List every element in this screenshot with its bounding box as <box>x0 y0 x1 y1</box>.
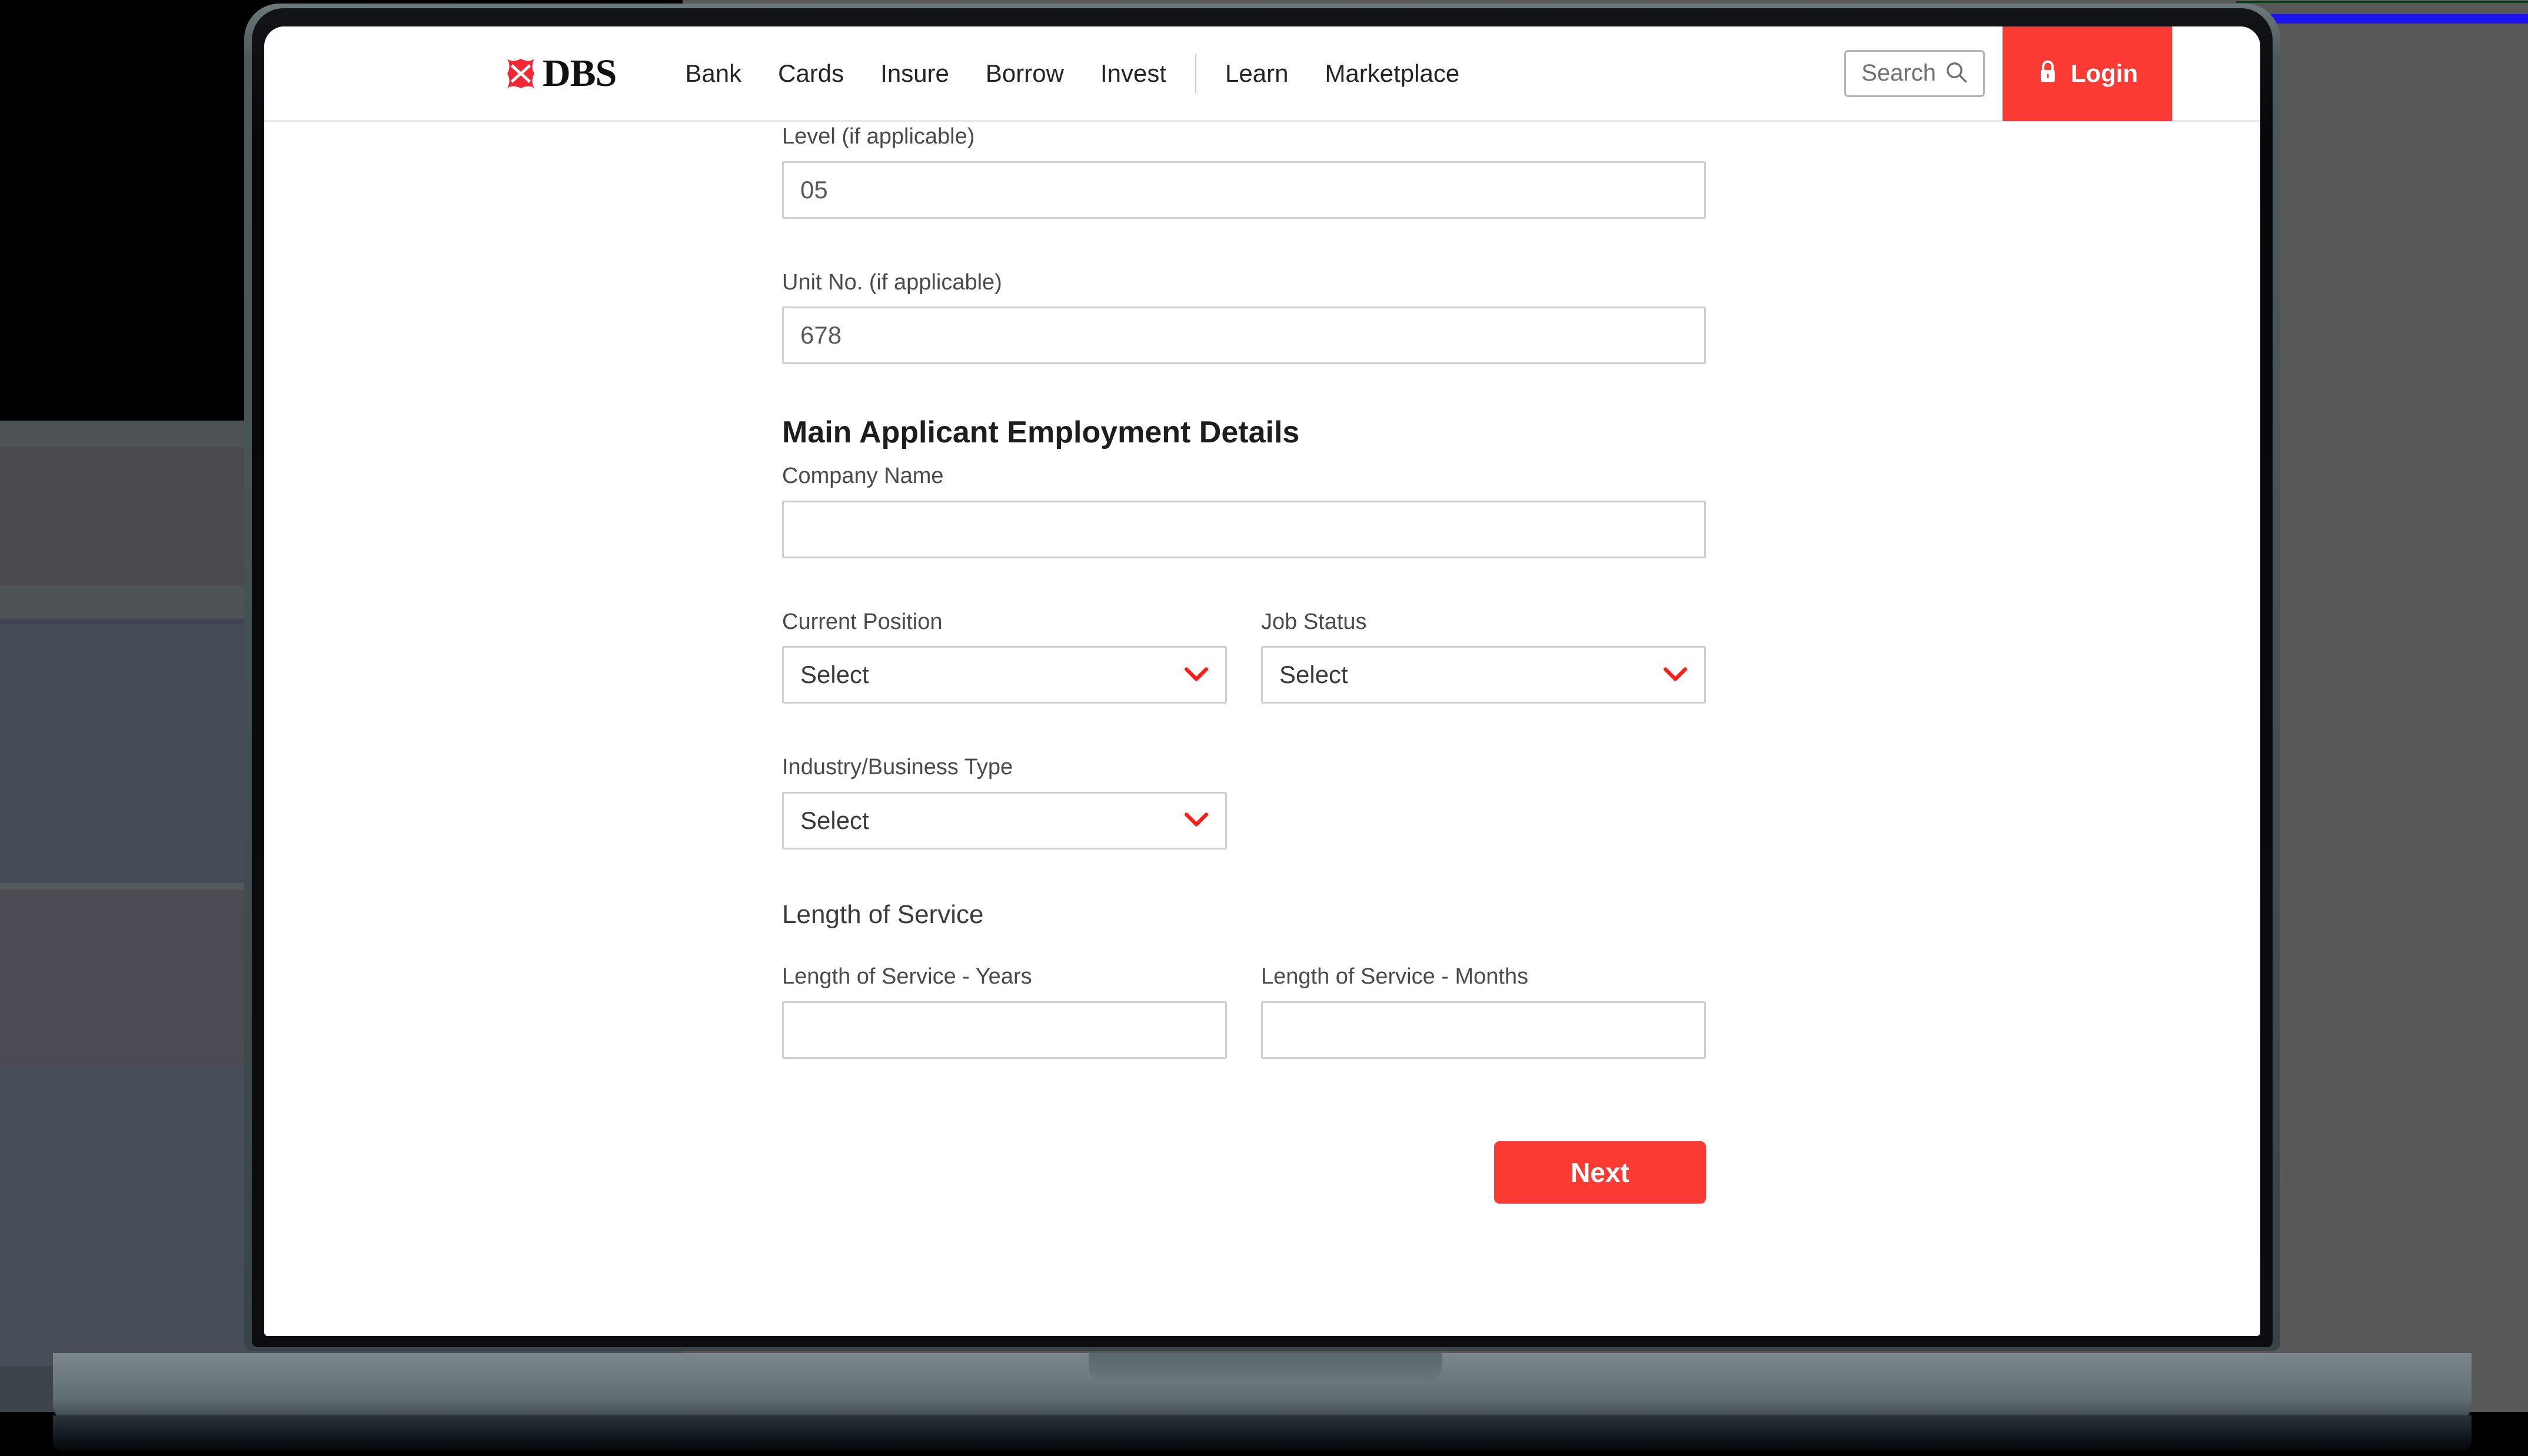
length-of-service-heading: Length of Service <box>782 900 2260 929</box>
chevron-down-icon <box>1183 810 1210 831</box>
field-industry: Industry/Business Type Select <box>782 754 2260 849</box>
nav-item-borrow[interactable]: Borrow <box>967 59 1082 88</box>
chevron-down-icon <box>1183 665 1210 685</box>
site-header: DBS Bank Cards Insure Borrow Invest Lear… <box>264 26 2260 122</box>
level-input[interactable]: 05 <box>782 161 1706 219</box>
field-current-position: Current Position Select <box>782 609 1227 704</box>
length-of-service-row: Length of Service - Years Length of Serv… <box>782 964 2260 1059</box>
length-months-input[interactable] <box>1261 1001 1706 1059</box>
job-status-select[interactable]: Select <box>1261 646 1706 704</box>
application-form: Level (if applicable) 05 Unit No. (if ap… <box>264 124 2260 1204</box>
spacer <box>782 558 2260 609</box>
nav-item-bank[interactable]: Bank <box>667 59 760 88</box>
field-company-name: Company Name <box>782 463 2260 558</box>
field-job-status: Job Status Select <box>1261 609 1706 704</box>
nav-item-cards[interactable]: Cards <box>760 59 862 88</box>
industry-label: Industry/Business Type <box>782 754 2260 781</box>
field-unit-no: Unit No. (if applicable) 678 <box>782 269 2260 365</box>
current-position-select[interactable]: Select <box>782 646 1227 704</box>
dbs-wordmark: DBS <box>543 54 616 93</box>
field-length-months: Length of Service - Months <box>1261 964 1706 1059</box>
dbs-logo-icon <box>503 55 539 92</box>
nav-item-invest[interactable]: Invest <box>1082 59 1185 88</box>
level-label: Level (if applicable) <box>782 124 2260 151</box>
field-length-years: Length of Service - Years <box>782 964 1227 1059</box>
company-name-label: Company Name <box>782 463 2260 490</box>
nav-divider <box>1195 54 1196 93</box>
length-years-label: Length of Service - Years <box>782 964 1227 991</box>
field-level: Level (if applicable) 05 <box>782 124 2260 219</box>
spacer <box>782 704 2260 754</box>
background-green-strip <box>2236 1 2528 3</box>
next-button[interactable]: Next <box>1494 1141 1706 1204</box>
search-icon <box>1944 60 1968 86</box>
length-years-input[interactable] <box>782 1001 1227 1059</box>
login-label: Login <box>2071 59 2138 88</box>
form-actions: Next <box>782 1141 1706 1204</box>
search-label: Search <box>1861 60 1936 86</box>
length-months-label: Length of Service - Months <box>1261 964 1706 991</box>
laptop-base-shadow <box>53 1415 2472 1451</box>
job-status-label: Job Status <box>1261 609 1706 636</box>
login-button[interactable]: Login <box>2003 26 2172 121</box>
spacer <box>782 849 2260 900</box>
laptop-base-notch <box>1089 1353 1442 1381</box>
position-status-row: Current Position Select Job Status Selec… <box>782 609 2260 704</box>
industry-value: Select <box>800 807 869 835</box>
nav-item-insure[interactable]: Insure <box>862 59 967 88</box>
spacer <box>782 219 2260 269</box>
spacer <box>782 929 2260 964</box>
unit-no-label: Unit No. (if applicable) <box>782 269 2260 296</box>
dbs-brand-logo[interactable]: DBS <box>503 54 616 93</box>
laptop-screen: DBS Bank Cards Insure Borrow Invest Lear… <box>264 26 2260 1336</box>
search-input[interactable]: Search <box>1844 50 1985 97</box>
company-name-input[interactable] <box>782 501 1706 558</box>
screenshot-stage: DBS Bank Cards Insure Borrow Invest Lear… <box>0 0 2528 1456</box>
lock-icon <box>2037 59 2059 88</box>
unit-no-input[interactable]: 678 <box>782 306 1706 364</box>
background-blue-strip <box>2257 14 2528 24</box>
nav-item-marketplace[interactable]: Marketplace <box>1306 59 1478 88</box>
chevron-down-icon <box>1662 665 1689 685</box>
job-status-value: Select <box>1279 661 1348 689</box>
header-spacer <box>2172 26 2260 121</box>
main-navigation: Bank Cards Insure Borrow Invest Learn Ma… <box>667 54 1478 93</box>
current-position-value: Select <box>800 661 869 689</box>
nav-item-learn[interactable]: Learn <box>1207 59 1306 88</box>
spacer <box>782 364 2260 415</box>
industry-select[interactable]: Select <box>782 792 1227 849</box>
page-title: Main Applicant Employment Details <box>782 415 2260 450</box>
current-position-label: Current Position <box>782 609 1227 636</box>
header-actions: Search <box>1844 26 2260 121</box>
